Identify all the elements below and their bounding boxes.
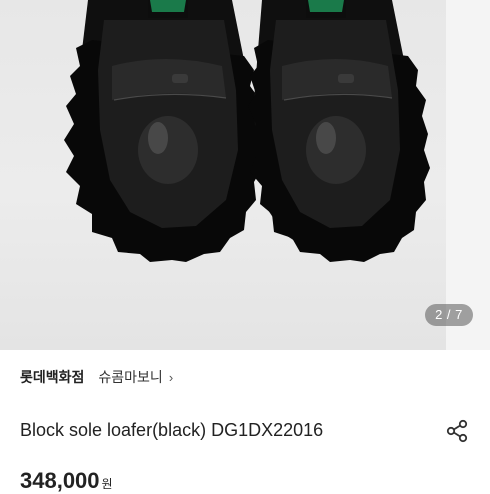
image-page-indicator: 2 / 7	[425, 304, 473, 326]
product-photo	[64, 0, 430, 262]
share-icon[interactable]	[444, 418, 470, 444]
product-title: Block sole loafer(black) DG1DX22016	[20, 420, 324, 440]
product-image-gallery[interactable]: 2 / 7	[0, 0, 490, 350]
chevron-right-icon: ›	[168, 369, 174, 385]
store-link[interactable]: 롯데백화점 슈콤마보니 ›	[20, 366, 173, 388]
product-price: 348,000 원	[20, 468, 113, 494]
price-currency: 원	[101, 477, 113, 491]
store-name: 롯데백화점	[20, 369, 85, 385]
brand-name: 슈콤마보니	[98, 369, 163, 385]
price-amount: 348,000	[20, 468, 100, 493]
